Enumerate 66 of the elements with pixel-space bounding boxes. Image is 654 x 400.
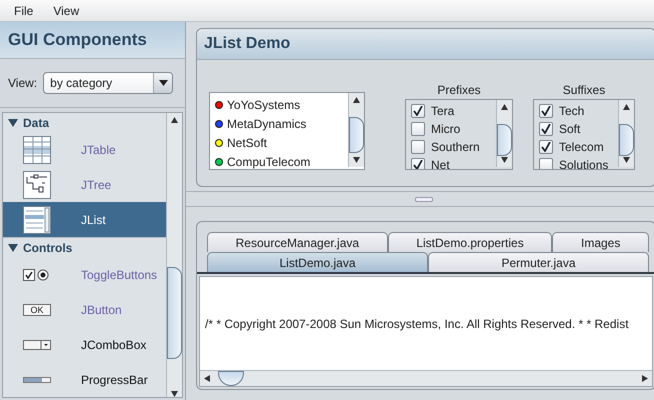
component-item[interactable]: JComboBox <box>3 327 166 362</box>
checkbox-item[interactable]: Soft <box>534 120 618 138</box>
category-label: Controls <box>23 240 72 254</box>
category-label: Data <box>23 116 50 130</box>
scroll-thumb[interactable] <box>497 124 512 156</box>
panel-title: GUI Components <box>0 22 185 59</box>
category-header[interactable]: Data <box>3 113 166 132</box>
component-item[interactable]: ToggleButtons <box>3 257 166 292</box>
checkbox-item[interactable]: Net <box>406 156 496 169</box>
tab[interactable]: Images <box>552 232 649 252</box>
scrollbar[interactable] <box>348 93 364 167</box>
checkbox-list[interactable]: Tech Soft Telecom Solutions <box>533 99 635 170</box>
list-item[interactable]: YoYoSystems <box>210 95 348 114</box>
list-item[interactable]: CompuTelecom <box>210 152 348 169</box>
company-list[interactable]: YoYoSystems MetaDynamics NetSoft CompuTelecom <box>209 92 365 170</box>
checkbox-list[interactable]: Tera Micro Southern Net <box>405 99 513 170</box>
combo-icon <box>23 340 51 350</box>
component-item[interactable]: JList <box>3 202 166 237</box>
tab[interactable]: ResourceManager.java <box>207 232 388 252</box>
component-item[interactable]: JTree <box>3 167 166 202</box>
scrollbar[interactable] <box>200 370 652 386</box>
tree-icon <box>23 170 51 198</box>
view-label: View: <box>8 76 38 90</box>
checkbox[interactable] <box>411 140 425 154</box>
scrollbar[interactable] <box>496 100 512 167</box>
demo-title: JList Demo <box>197 29 654 60</box>
button-icon: OK <box>23 304 51 316</box>
checkbox-item[interactable]: Tera <box>406 102 496 120</box>
component-item[interactable]: JTable <box>3 132 166 167</box>
checkbox-item[interactable]: Micro <box>406 120 496 138</box>
scroll-thumb[interactable] <box>218 371 244 386</box>
scrollbar[interactable] <box>618 100 634 167</box>
list-item[interactable]: NetSoft <box>210 133 348 152</box>
scroll-thumb[interactable] <box>167 267 182 359</box>
checkbox[interactable] <box>539 140 553 154</box>
scrollbar[interactable] <box>166 113 182 397</box>
tab[interactable]: ListDemo.properties <box>388 232 552 252</box>
menu-item[interactable]: View <box>45 2 88 20</box>
component-item[interactable]: ProgressBar <box>3 362 166 397</box>
checkbox-item[interactable]: Southern <box>406 138 496 156</box>
tab[interactable]: ListDemo.java <box>207 252 428 272</box>
tab[interactable]: Permuter.java <box>428 252 649 272</box>
progress-icon <box>23 376 51 382</box>
menu-item[interactable]: File <box>6 2 42 20</box>
list-item[interactable]: MetaDynamics <box>210 114 348 133</box>
group-title: Prefixes <box>437 83 481 97</box>
scroll-thumb[interactable] <box>619 124 634 156</box>
list-icon <box>23 206 51 234</box>
group-title: Suffixes <box>562 83 606 97</box>
checkbox[interactable] <box>411 104 425 118</box>
checkbox[interactable] <box>539 122 553 136</box>
source-text: /* * Copyright 2007-2008 Sun Microsystems, Inc. All Rights Reserved. * * Redist <box>205 316 629 330</box>
checkbox-item[interactable]: Telecom <box>534 138 618 156</box>
category-header[interactable]: Controls <box>3 237 166 257</box>
component-item[interactable]: OK JButton <box>3 292 166 327</box>
checkbox[interactable] <box>539 158 553 169</box>
view-dropdown[interactable]: by category <box>43 72 174 94</box>
toggle-icon <box>23 268 51 282</box>
checkbox[interactable] <box>411 158 425 169</box>
checkbox[interactable] <box>539 104 553 118</box>
checkbox[interactable] <box>411 122 425 136</box>
table-icon <box>23 136 51 164</box>
caret-icon <box>158 80 168 86</box>
checkbox-item[interactable]: Tech <box>534 102 618 120</box>
checkbox-item[interactable]: Solutions <box>534 156 618 169</box>
scroll-thumb[interactable] <box>349 117 364 153</box>
